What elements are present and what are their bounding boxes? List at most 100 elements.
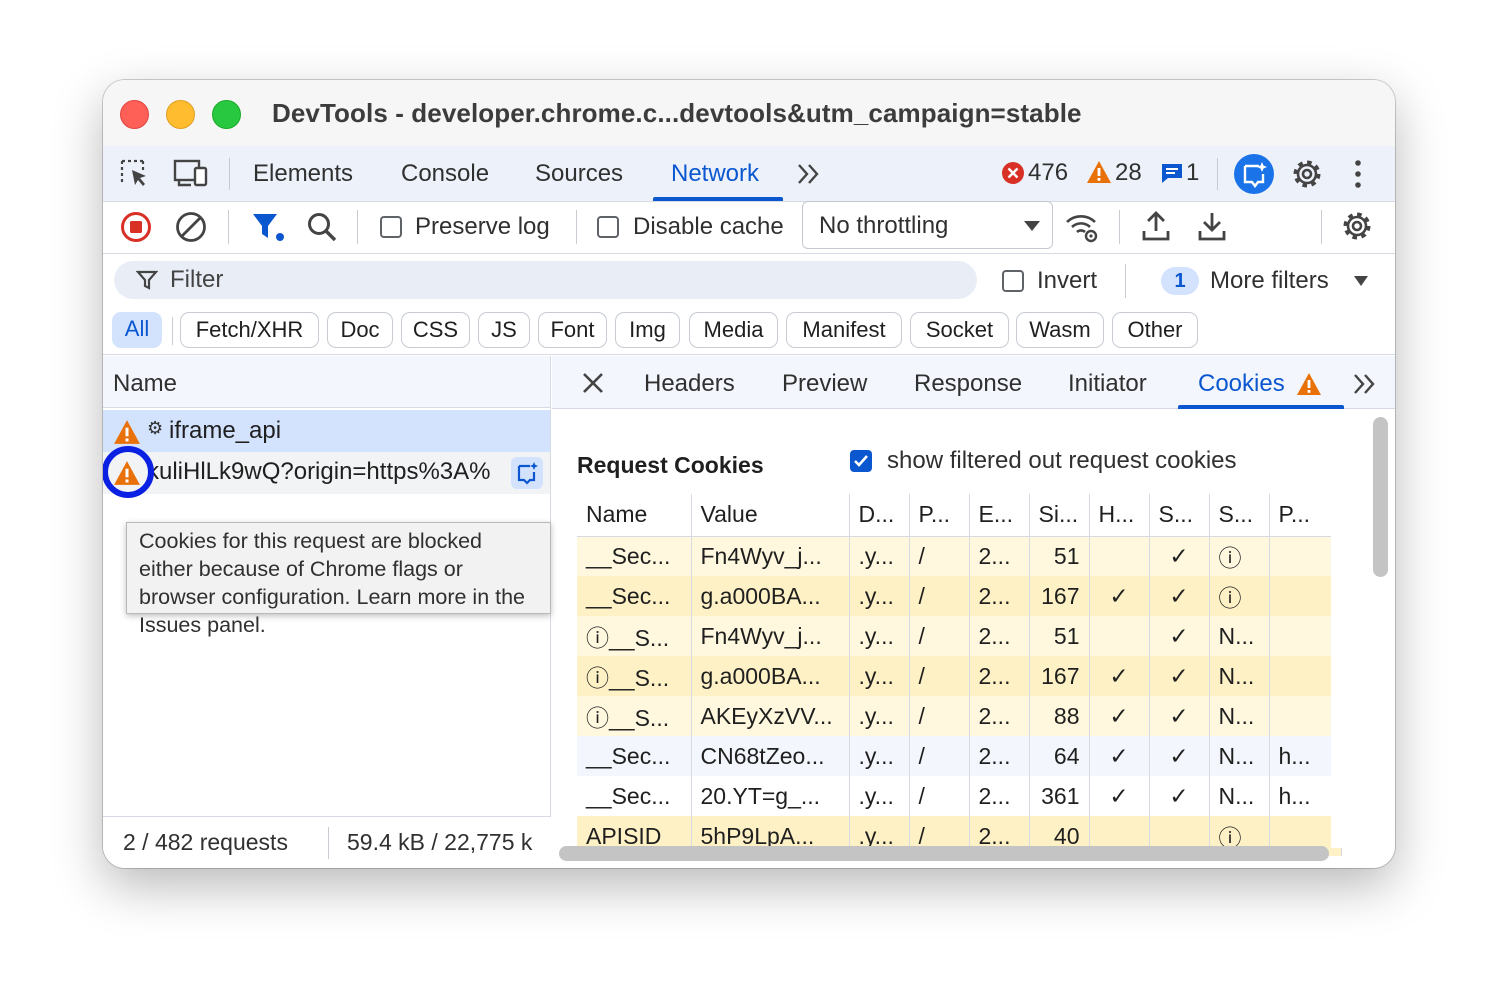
ai-assistance-icon[interactable] [1234, 154, 1274, 194]
type-filter-font[interactable]: Font [538, 312, 607, 348]
request-row[interactable]: kuliHlLk9wQ?origin=https%3A% [103, 452, 550, 494]
more-filters-button[interactable]: More filters [1210, 267, 1329, 295]
filter-funnel-outline-icon [136, 270, 158, 290]
tab-initiator[interactable]: Initiator [1068, 370, 1147, 398]
name-column-header[interactable]: Name [113, 370, 177, 398]
type-filter-css[interactable]: CSS [401, 312, 470, 348]
cookie-column-header[interactable]: S... [1149, 494, 1210, 537]
type-filter-wasm[interactable]: Wasm [1016, 312, 1104, 348]
message-count[interactable]: 1 [1186, 159, 1199, 187]
more-options-kebab-icon[interactable] [1353, 158, 1363, 190]
cookie-cell: 167 [1029, 656, 1090, 696]
export-har-download-icon[interactable] [1197, 210, 1227, 242]
close-detail-icon[interactable] [582, 372, 604, 394]
status-bar: 2 / 482 requests 59.4 kB / 22,775 k [103, 816, 551, 868]
error-icon[interactable] [1001, 161, 1025, 185]
cookie-warning-icon[interactable] [113, 419, 141, 445]
cookie-cell: N... [1209, 736, 1270, 776]
stop-recording-icon[interactable] [120, 211, 152, 243]
cookie-row[interactable]: __Sec... g.a000BA... .y.../2... 167 ✓ ✓ ⓘ [577, 576, 1342, 616]
tab-network[interactable]: Network [671, 160, 759, 188]
more-tabs-chevron-icon[interactable] [796, 162, 822, 186]
type-filter-js[interactable]: JS [478, 312, 530, 348]
disable-cache-checkbox[interactable] [597, 216, 619, 238]
cookie-row[interactable]: ⓘ__S... Fn4Wyv_j... .y.../2... 51 ✓ N... [577, 616, 1342, 656]
invert-checkbox[interactable] [1002, 270, 1024, 292]
import-har-upload-icon[interactable] [1141, 210, 1171, 242]
tab-sources[interactable]: Sources [535, 160, 623, 188]
cookie-cell: 88 [1029, 696, 1090, 736]
cookie-row[interactable]: ⓘ__S... AKEyXzVV... .y.../2... 88 ✓ ✓ N... [577, 696, 1342, 736]
network-settings-gear-icon[interactable] [1341, 210, 1373, 242]
cookie-column-header[interactable]: D... [849, 494, 910, 537]
more-detail-tabs-chevron-icon[interactable] [1352, 372, 1378, 396]
cookie-cell [1089, 616, 1150, 656]
more-filters-dropdown-icon[interactable] [1353, 275, 1369, 287]
cookie-row[interactable]: __Sec... CN68tZeo... .y.../2... 64 ✓ ✓ N... h..… [577, 736, 1342, 776]
tab-response[interactable]: Response [914, 370, 1022, 398]
cookie-cell: 2... [969, 576, 1030, 616]
cookie-cell: ✓ [1149, 696, 1210, 736]
horizontal-scrollbar[interactable] [559, 846, 1329, 861]
cookie-column-header[interactable]: P... [909, 494, 970, 537]
cookie-cell [1089, 536, 1150, 576]
type-filter-socket[interactable]: Socket [910, 312, 1009, 348]
type-filter-all[interactable]: All [112, 312, 162, 348]
cookie-cell: ⓘ [1209, 536, 1270, 576]
cookie-column-header[interactable]: Si... [1029, 494, 1090, 537]
warning-icon[interactable] [1086, 160, 1112, 184]
cookie-column-header[interactable]: S... [1209, 494, 1270, 537]
tab-headers[interactable]: Headers [644, 370, 735, 398]
cookie-row[interactable]: __Sec... 20.YT=g_... .y.../2... 361 ✓ ✓ N... h.… [577, 776, 1342, 816]
separator [228, 210, 229, 244]
request-row[interactable]: ⚙ iframe_api [103, 410, 550, 452]
transfer-size: 59.4 kB / 22,775 k [347, 829, 533, 855]
error-count[interactable]: 476 [1028, 159, 1068, 187]
close-window-button[interactable] [120, 100, 149, 129]
cookie-column-header[interactable]: E... [969, 494, 1030, 537]
message-icon[interactable] [1160, 162, 1184, 184]
cookie-row[interactable]: ⓘ__S... g.a000BA... .y.../2... 167 ✓ ✓ N... [577, 656, 1342, 696]
cookie-cell: 2... [969, 536, 1030, 576]
throttling-value: No throttling [819, 212, 949, 239]
type-filter-img[interactable]: Img [615, 312, 680, 348]
warning-count[interactable]: 28 [1115, 159, 1142, 187]
cookie-row[interactable]: __Sec... Fn4Wyv_j... .y.../2... 51 ✓ ⓘ [577, 536, 1342, 576]
cookie-cell: ✓ [1149, 576, 1210, 616]
script-gear-icon: ⚙ [147, 418, 164, 438]
minimize-window-button[interactable] [166, 100, 195, 129]
separator [357, 210, 358, 244]
tab-preview[interactable]: Preview [782, 370, 867, 398]
filter-funnel-icon[interactable] [251, 211, 285, 243]
cookie-cell: / [909, 536, 970, 576]
show-filtered-cookies-checkbox[interactable] [850, 450, 872, 472]
type-filter-manifest[interactable]: Manifest [786, 312, 902, 348]
preserve-log-checkbox[interactable] [380, 216, 402, 238]
device-toolbar-icon[interactable] [173, 158, 209, 190]
zoom-window-button[interactable] [212, 100, 241, 129]
vertical-scrollbar[interactable] [1373, 417, 1388, 577]
dropdown-arrow-icon [1024, 221, 1040, 231]
ai-assistance-request-icon[interactable] [510, 456, 544, 490]
filter-input[interactable]: Filter [114, 261, 977, 299]
inspect-element-icon[interactable] [119, 158, 151, 190]
clear-icon[interactable] [175, 211, 207, 243]
type-filter-media[interactable]: Media [689, 312, 778, 348]
type-filter-fetch-xhr[interactable]: Fetch/XHR [180, 312, 319, 348]
throttling-select[interactable]: No throttling [802, 201, 1053, 249]
search-icon[interactable] [306, 211, 338, 243]
cookie-column-header[interactable]: H... [1089, 494, 1150, 537]
tab-elements[interactable]: Elements [253, 160, 353, 188]
cookie-column-header[interactable]: Name [577, 494, 692, 537]
cookie-column-header[interactable]: Value [691, 494, 850, 537]
tab-console[interactable]: Console [401, 160, 489, 188]
checkmark-icon [854, 455, 868, 467]
cookie-cell: __Sec... [577, 576, 692, 616]
network-conditions-wifi-icon[interactable] [1064, 210, 1100, 244]
type-filter-other[interactable]: Other [1112, 312, 1198, 348]
settings-gear-icon[interactable] [1291, 158, 1323, 190]
cookie-cell: ✓ [1089, 736, 1150, 776]
tab-cookies[interactable]: Cookies [1198, 370, 1285, 398]
cookies-table: Name Value D... P... E... Si... H... S... S... P.… [577, 494, 1342, 856]
type-filter-doc[interactable]: Doc [327, 312, 393, 348]
